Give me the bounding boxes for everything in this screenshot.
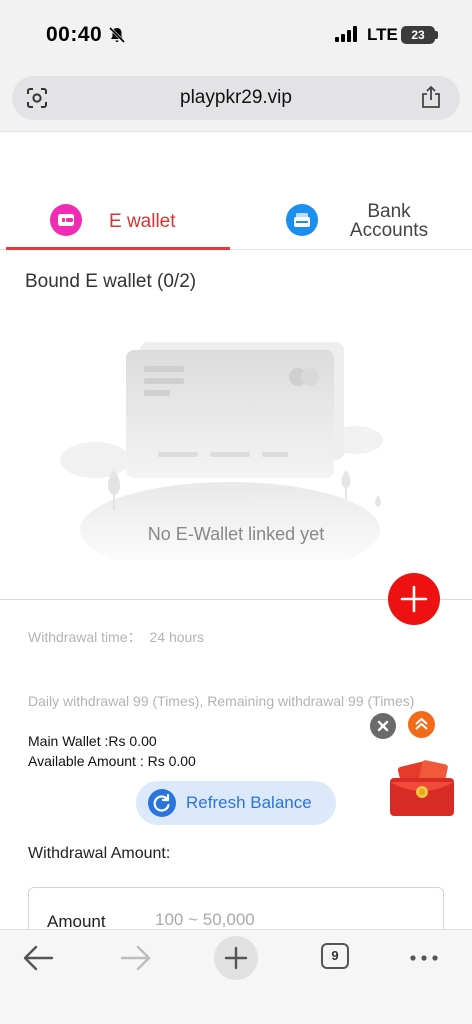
available-amount: Available Amount : Rs 0.00 [28, 753, 196, 769]
url-text[interactable]: playpkr29.vip [12, 76, 460, 120]
daily-withdrawal-info: Daily withdrawal 99 (Times), Remaining w… [28, 693, 415, 709]
chevron-up-icon [415, 717, 428, 730]
empty-state-text: No E-Wallet linked yet [147, 524, 325, 544]
forward-button[interactable] [116, 930, 156, 986]
tab-e-wallet-label: E wallet [109, 211, 176, 232]
main-wallet-balance: Main Wallet :Rs 0.00 [28, 733, 157, 749]
more-button[interactable] [404, 930, 444, 986]
amount-input[interactable] [155, 910, 395, 930]
wallet-tabs: E wallet Bank Accounts [0, 190, 472, 250]
back-button[interactable] [18, 930, 58, 986]
scroll-top-button[interactable] [408, 711, 435, 738]
bank-card-icon [286, 204, 318, 236]
close-icon [377, 720, 389, 732]
back-arrow-icon [23, 945, 54, 971]
forward-arrow-icon [120, 945, 151, 971]
browser-address-area: playpkr29.vip [0, 70, 472, 132]
battery-icon: 23 [401, 26, 435, 44]
tab-bank-accounts[interactable]: Bank Accounts [240, 190, 472, 250]
refresh-balance-button[interactable]: Refresh Balance [136, 781, 336, 825]
tabs-button[interactable]: 9 [318, 930, 354, 986]
bank-label-line2: Accounts [349, 220, 429, 241]
signal-icon [335, 26, 357, 42]
bank-label-line1: Bank [367, 201, 411, 222]
withdrawal-amount-label: Withdrawal Amount: [28, 845, 171, 862]
close-float-button[interactable] [370, 713, 396, 739]
address-bar[interactable]: playpkr29.vip [12, 76, 460, 120]
share-icon[interactable] [420, 85, 442, 109]
add-e-wallet-button[interactable] [388, 573, 440, 625]
withdrawal-time: Withdrawal time： 24 hours [28, 627, 204, 647]
new-tab-button[interactable] [214, 936, 258, 980]
clock: 00:40 [46, 23, 103, 46]
tab-e-wallet[interactable]: E wallet [6, 190, 230, 250]
withdrawal-time-label: Withdrawal time： [28, 629, 142, 645]
red-envelope-icon[interactable] [386, 760, 458, 818]
battery-nub [435, 31, 438, 39]
refresh-balance-label: Refresh Balance [186, 793, 312, 812]
status-bar: 00:40 LTE 23 [0, 0, 472, 70]
withdrawal-time-value: 24 hours [149, 629, 204, 645]
lens-icon[interactable] [26, 87, 48, 109]
refresh-icon [148, 789, 176, 817]
tab-bank-accounts-label: Bank Accounts [334, 202, 444, 240]
bell-muted-icon [108, 26, 126, 44]
battery-level: 23 [411, 28, 425, 42]
tabs-icon: 9 [321, 943, 349, 969]
bound-wallet-title: Bound E wallet (0/2) [25, 271, 197, 292]
more-icon [410, 955, 438, 961]
browser-toolbar: 9 [0, 929, 472, 1024]
plus-icon [224, 946, 248, 970]
network-label: LTE [367, 25, 398, 44]
wallet-icon [50, 204, 82, 236]
plus-icon [400, 585, 428, 613]
